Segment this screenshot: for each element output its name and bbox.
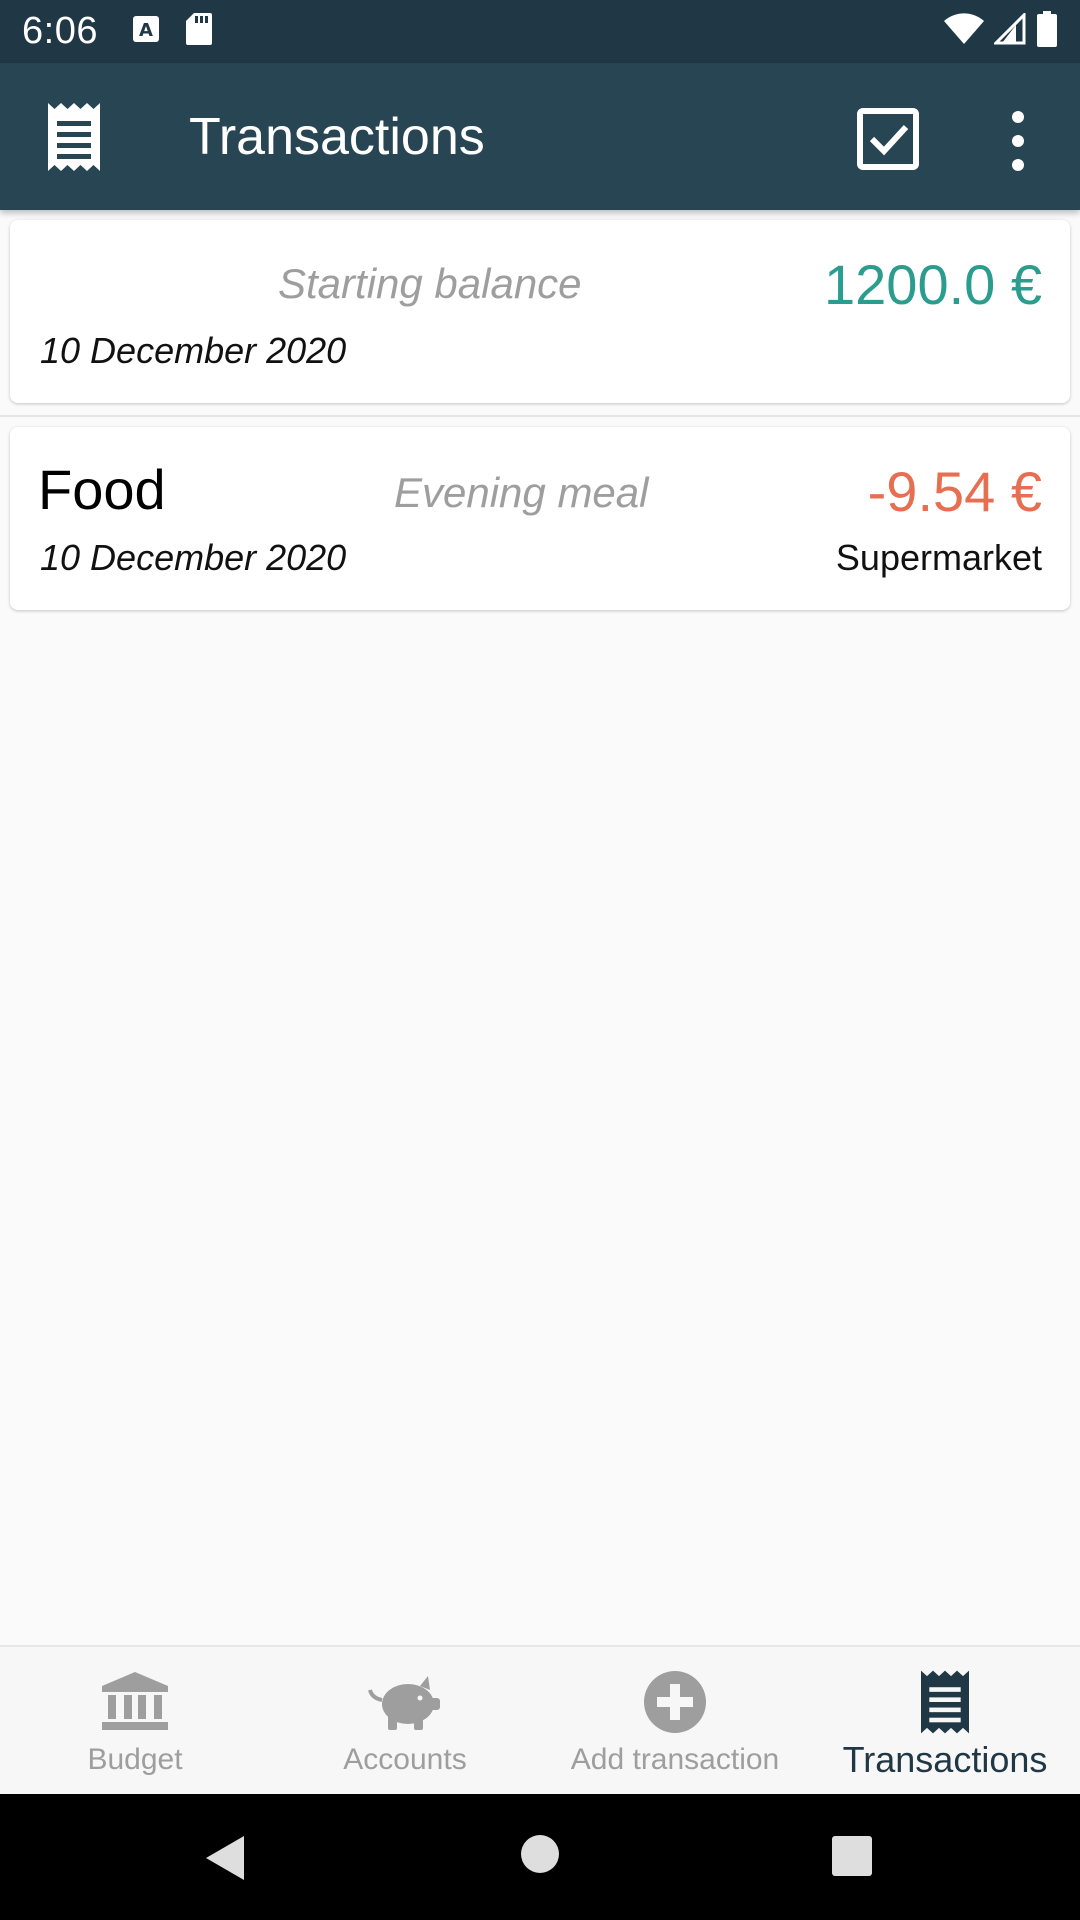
home-icon[interactable] — [520, 1834, 560, 1879]
wifi-icon — [944, 13, 984, 50]
status-left-icons: A — [132, 13, 212, 50]
bank-icon — [102, 1669, 168, 1735]
transaction-card[interactable]: Food Evening meal -9.54 € 10 December 20… — [10, 427, 1070, 610]
page-title: Transactions — [189, 107, 485, 166]
transaction-category: Food — [38, 458, 166, 521]
system-nav-bar — [0, 1794, 1080, 1920]
nav-item-accounts[interactable]: Accounts — [270, 1647, 540, 1794]
transaction-description: Evening meal — [394, 469, 649, 516]
select-all-button[interactable] — [856, 107, 926, 177]
battery-icon — [1036, 11, 1058, 52]
transaction-date: 10 December 2020 — [40, 537, 347, 578]
sd-card-icon — [185, 13, 212, 50]
status-right-icons — [944, 11, 1058, 52]
back-icon[interactable] — [204, 1834, 246, 1887]
receipt-icon — [921, 1669, 969, 1735]
signal-icon — [992, 11, 1026, 50]
nav-item-budget[interactable]: Budget — [0, 1647, 270, 1794]
transaction-account: Supermarket — [835, 537, 1042, 578]
status-bar: 6:06 A — [0, 0, 1080, 63]
nav-label: Budget — [87, 1743, 183, 1776]
piggy-bank-icon — [368, 1669, 442, 1735]
add-circle-icon — [644, 1669, 706, 1735]
transaction-amount: 1200.0 € — [824, 253, 1042, 316]
nav-item-add-transaction[interactable]: Add transaction — [540, 1647, 810, 1794]
list-divider — [0, 415, 1080, 417]
checkbox-icon — [857, 108, 919, 170]
transaction-amount: -9.54 € — [867, 460, 1042, 523]
status-time: 6:06 — [22, 10, 98, 52]
bottom-nav: Budget Accounts Add transaction Transact… — [0, 1645, 1080, 1794]
svg-text:A: A — [139, 20, 153, 41]
nav-item-transactions[interactable]: Transactions — [810, 1647, 1080, 1794]
nav-label: Transactions — [842, 1739, 1048, 1780]
nav-label: Add transaction — [570, 1743, 780, 1776]
more-options-button[interactable] — [990, 103, 1046, 179]
app-bar: Transactions — [0, 63, 1080, 210]
transaction-date: 10 December 2020 — [40, 330, 347, 371]
nav-label: Accounts — [343, 1743, 467, 1776]
more-vert-icon — [1012, 111, 1024, 171]
text-a-icon: A — [132, 15, 160, 48]
transaction-description: Starting balance — [278, 260, 582, 307]
receipt-icon[interactable] — [48, 103, 100, 176]
transaction-card[interactable]: Starting balance 1200.0 € 10 December 20… — [10, 220, 1070, 403]
recent-apps-icon[interactable] — [832, 1836, 872, 1881]
